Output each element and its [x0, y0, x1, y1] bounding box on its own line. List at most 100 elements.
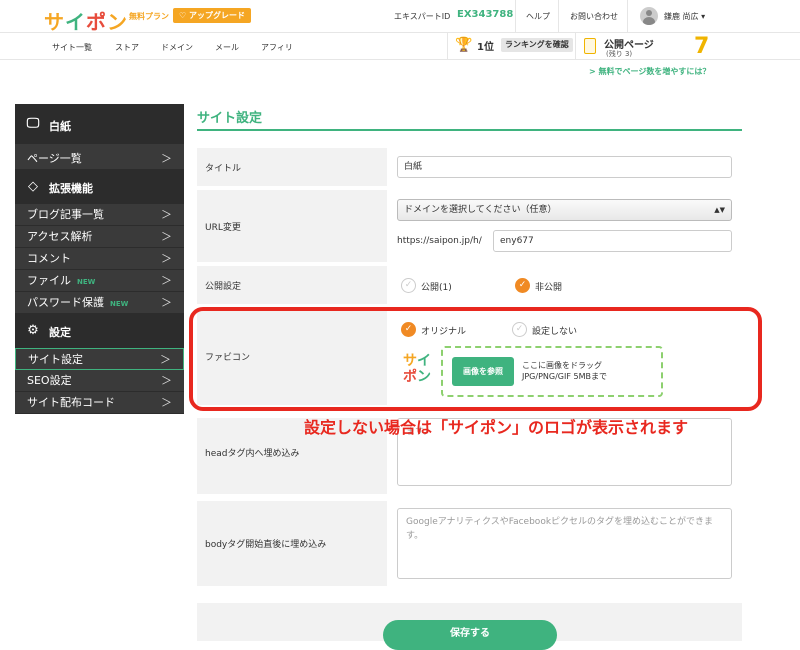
sidebar-item-password[interactable]: パスワード保護 NEW ＞ [15, 292, 184, 314]
upgrade-label: アップグレード [188, 11, 245, 20]
logo-char: ポ [86, 10, 107, 34]
body-embed-textarea[interactable]: GoogleアナリティクスやFacebookピクセルのタグを埋め込むことができま… [397, 508, 732, 579]
chevron-right-icon: ＞ [160, 353, 171, 366]
updown-arrow-icon: ▲▼ [714, 206, 725, 214]
logo-char: サ [44, 10, 65, 34]
divider [627, 0, 628, 33]
sidebar-item-label: アクセス解析 [27, 230, 93, 243]
chevron-right-icon: ＞ [161, 374, 172, 387]
sidebar-header-label: 設定 [49, 326, 71, 339]
body-embed-row-label: bodyタグ開始直後に埋め込み [197, 501, 387, 586]
pages-remaining: (残り 3) [606, 50, 633, 58]
sidebar-header-extensions: ◇ 拡張機能 [15, 170, 184, 204]
chevron-right-icon: ＞ [161, 274, 172, 287]
select-value: ドメインを選択してください（任意） [404, 205, 557, 215]
avatar[interactable] [640, 7, 658, 25]
divider [515, 0, 516, 33]
new-badge: NEW [77, 278, 96, 286]
upgrade-button[interactable]: ♡ アップグレード [173, 8, 251, 23]
rank-value: 1位 [477, 42, 494, 53]
page-icon [584, 38, 596, 54]
ranking-button[interactable]: ランキングを確認 [501, 38, 573, 52]
title-input[interactable]: 白紙 [397, 156, 732, 178]
chevron-right-icon: ＞ [161, 208, 172, 221]
nav-site-list[interactable]: サイト一覧 [52, 42, 92, 53]
sidebar-item-files[interactable]: ファイル NEW ＞ [15, 270, 184, 292]
radio-label: 公開(1) [421, 283, 452, 293]
chevron-right-icon: ＞ [161, 396, 172, 409]
user-name: 鎌鹿 尚広 [664, 12, 699, 21]
trophy-icon: 🏆 [455, 37, 473, 53]
check-icon: ✓ [401, 278, 416, 293]
monitor-icon: 🖵 [26, 116, 40, 131]
sidebar-header-settings: ⚙ 設定 [15, 314, 184, 348]
sidebar-item-distribution-code[interactable]: サイト配布コード ＞ [15, 392, 184, 414]
field-label: headタグ内へ埋め込み [205, 449, 300, 459]
expert-id-label: エキスパートID [394, 12, 451, 21]
save-button[interactable]: 保存する [383, 620, 557, 650]
divider [558, 0, 559, 33]
sidebar-item-label: サイト配布コード [27, 396, 115, 409]
expert-id-value: EX343788 [457, 9, 514, 20]
plan-label: 無料プラン [129, 12, 169, 21]
field-label: タイトル [205, 164, 242, 174]
logo-char: ン [107, 10, 128, 34]
sidebar-header-label: 拡張機能 [49, 182, 93, 195]
url-slug-input[interactable]: eny677 [493, 230, 732, 252]
gear-icon: ⚙ [27, 323, 39, 338]
page-title: サイト設定 [197, 111, 263, 126]
nav-mail[interactable]: メール [215, 42, 239, 53]
caret-down-icon: ▾ [698, 12, 706, 21]
sidebar-header-label: 白紙 [49, 120, 71, 133]
saipon-logo[interactable]: サイポン [44, 6, 128, 35]
sidebar-item-site-settings[interactable]: サイト設定 ＞ [15, 348, 184, 370]
chevron-right-icon: ＞ [161, 296, 172, 309]
field-label: URL変更 [205, 223, 241, 233]
sidebar-item-analytics[interactable]: アクセス解析 ＞ [15, 226, 184, 248]
sidebar-item-label: ページ一覧 [27, 152, 82, 165]
sidebar-item-label: コメント [27, 252, 71, 265]
field-label: 公開設定 [205, 282, 242, 292]
sidebar-item-blog-list[interactable]: ブログ記事一覧 ＞ [15, 204, 184, 226]
contact-link[interactable]: お問い合わせ [570, 11, 618, 22]
sidebar-item-label: ファイル [27, 274, 71, 287]
sidebar-header-site: 🖵 白紙 [15, 104, 184, 144]
logo-char: イ [65, 10, 86, 34]
divider [575, 33, 576, 60]
chevron-right-icon: ＞ [161, 252, 172, 265]
sidebar-item-seo[interactable]: SEO設定 ＞ [15, 370, 184, 392]
new-badge: NEW [110, 300, 129, 308]
url-prefix: https://saipon.jp/h/ [397, 236, 482, 246]
field-label: bodyタグ開始直後に埋め込み [205, 540, 327, 550]
sidebar: 🖵 白紙 ページ一覧 ＞ ◇ 拡張機能 ブログ記事一覧 ＞ アクセス解析 ＞ コメント… [15, 104, 184, 414]
sidebar-item-page-list[interactable]: ページ一覧 ＞ [15, 148, 184, 170]
divider [447, 33, 448, 60]
title-underline [197, 129, 742, 131]
sub-navigation: サイト一覧 ストア ドメイン メール アフィリ 🏆 1位 ランキングを確認 公開… [0, 33, 800, 60]
chevron-right-icon: ＞ [161, 152, 172, 165]
sidebar-item-label: SEO設定 [27, 374, 72, 387]
annotation-text: 設定しない場合は「サイポン」のロゴが表示されます [304, 418, 689, 437]
check-icon: ✓ [515, 278, 530, 293]
user-menu[interactable]: 鎌鹿 尚広 ▾ [664, 11, 705, 22]
sidebar-item-comments[interactable]: コメント ＞ [15, 248, 184, 270]
radio-label: 非公開 [535, 283, 563, 293]
increase-pages-link[interactable]: > 無料でページ数を増やすには？ [589, 66, 710, 77]
sidebar-item-label: ブログ記事一覧 [27, 208, 104, 221]
upgrade-icon: ♡ [179, 11, 189, 20]
diamond-icon: ◇ [28, 179, 38, 194]
nav-affiliate[interactable]: アフィリ [261, 42, 293, 53]
nav-domain[interactable]: ドメイン [161, 42, 193, 53]
nav-store[interactable]: ストア [115, 42, 139, 53]
url-row-label: URL変更 [197, 190, 387, 262]
publish-row-label: 公開設定 [197, 266, 387, 304]
sidebar-item-label: パスワード保護 [27, 296, 104, 309]
top-header: サイポン 無料プラン ♡ アップグレード エキスパートID EX343788 ヘ… [0, 0, 800, 35]
chevron-right-icon: ＞ [161, 230, 172, 243]
title-row-label: タイトル [197, 148, 387, 186]
domain-select[interactable]: ドメインを選択してください（任意） ▲▼ [397, 199, 732, 221]
annotation-highlight-frame [189, 307, 762, 411]
help-link[interactable]: ヘルプ [526, 11, 550, 22]
public-pages-count: 7 [694, 34, 710, 59]
sidebar-item-label: サイト設定 [28, 353, 83, 366]
